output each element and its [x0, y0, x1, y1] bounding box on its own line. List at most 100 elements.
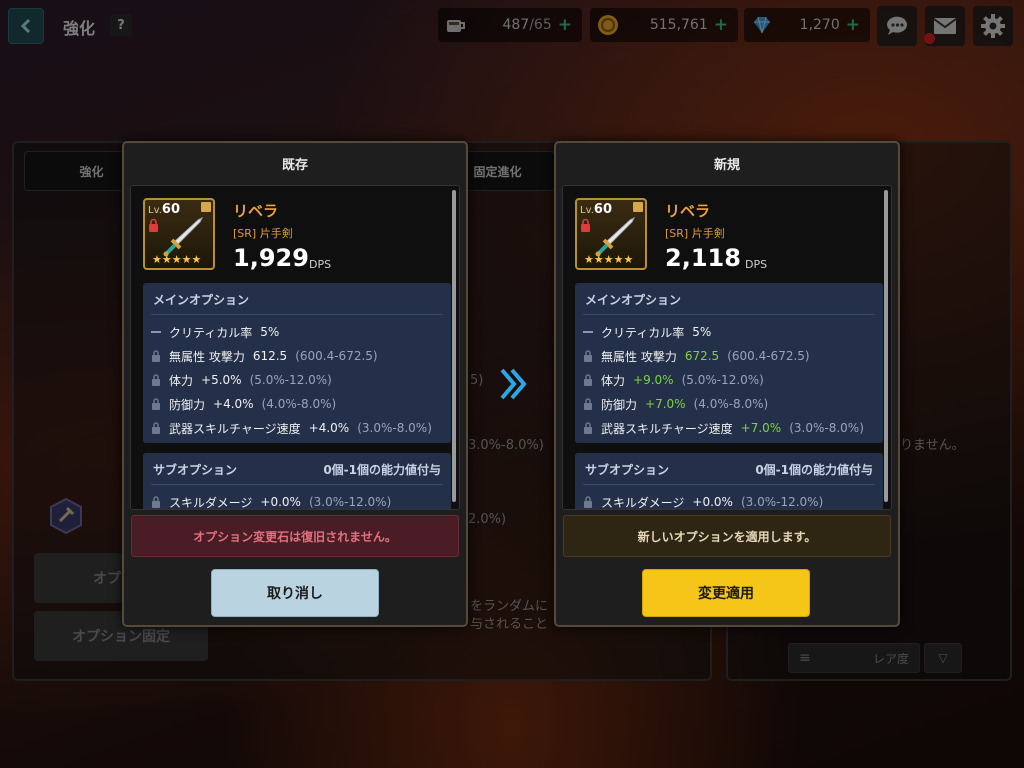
sub-option-info: 0個-1個の能力値付与 — [755, 463, 873, 477]
item-level: Lv.60 — [580, 202, 612, 217]
new-option-panel: 新規 Lv.60 ★★★★★ リベラ [SR] 片手剣 2,118 DPS メイ… — [554, 141, 900, 627]
option-name: 防御力 — [169, 397, 206, 412]
lock-icon — [152, 398, 160, 410]
option-range: (3.0%-12.0%) — [740, 495, 824, 509]
new-item-detail[interactable]: Lv.60 ★★★★★ リベラ [SR] 片手剣 2,118 DPS メインオプ… — [562, 185, 892, 510]
double-chevron-right-icon — [500, 368, 527, 400]
option-range: (3.0%-8.0%) — [357, 421, 432, 435]
option-value: +4.0% — [213, 397, 254, 411]
main-option-title: メインオプション — [585, 293, 682, 307]
option-range: (3.0%-8.0%) — [789, 421, 864, 435]
option-value: +0.0% — [260, 495, 301, 509]
divider — [583, 314, 875, 315]
existing-item-detail[interactable]: Lv.60 ★★★★★ リベラ [SR] 片手剣 1,929 DPS メインオプ… — [130, 185, 460, 510]
level-prefix: Lv. — [148, 205, 162, 216]
main-option-row: 無属性 攻撃力 612.5 (600.4-672.5) — [151, 347, 378, 365]
sub-option-row: スキルダメージ +0.0% (3.0%-12.0%) — [583, 493, 824, 510]
existing-option-panel: 既存 Lv.60 ★★★★★ リベラ [SR] 片手剣 1,929 DPS メイ… — [122, 141, 468, 627]
level-value: 60 — [161, 202, 180, 217]
option-value: 612.5 — [252, 349, 288, 363]
option-range: (4.0%-8.0%) — [693, 397, 769, 411]
option-name: 武器スキルチャージ速度 — [601, 421, 733, 436]
item-name: リベラ — [233, 202, 279, 220]
option-value: 5% — [260, 325, 280, 339]
main-option-row: 無属性 攻撃力 672.5 (600.4-672.5) — [583, 347, 810, 365]
dps-label: DPS — [745, 258, 768, 271]
cancel-button[interactable]: 取り消し — [211, 569, 379, 617]
main-option-row: 体力 +5.0% (5.0%-12.0%) — [151, 371, 332, 389]
dps-value: 2,118 — [665, 244, 741, 272]
sub-option-row: スキルダメージ +0.0% (3.0%-12.0%) — [151, 493, 392, 510]
lock-icon — [152, 422, 160, 434]
lock-icon — [152, 496, 160, 508]
lock-icon — [584, 422, 592, 434]
lock-icon — [584, 398, 592, 410]
weapon-icon-frame: Lv.60 ★★★★★ — [143, 198, 215, 270]
dash-icon — [151, 331, 161, 333]
dps-label: DPS — [309, 258, 332, 271]
main-option-row: クリティカル率 5% — [151, 323, 287, 341]
divider — [583, 484, 875, 485]
apply-change-button[interactable]: 変更適用 — [642, 569, 810, 617]
lock-icon — [149, 219, 158, 232]
option-range: (600.4-672.5) — [295, 349, 378, 363]
main-option-title: メインオプション — [153, 293, 250, 307]
item-name: リベラ — [665, 202, 711, 220]
option-value: +0.0% — [692, 495, 733, 509]
lock-icon — [584, 374, 592, 386]
sword-icon — [595, 216, 636, 257]
option-name: 無属性 攻撃力 — [601, 349, 677, 364]
lock-icon — [152, 374, 160, 386]
option-value: 5% — [692, 325, 712, 339]
option-name: スキルダメージ — [601, 495, 685, 510]
lock-icon — [152, 350, 160, 362]
divider — [151, 314, 443, 315]
sub-option-info: 0個-1個の能力値付与 — [323, 463, 441, 477]
sub-option-title: サブオプション — [585, 463, 670, 477]
option-range: (5.0%-12.0%) — [681, 373, 764, 387]
dash-icon — [583, 331, 593, 333]
sword-icon — [163, 216, 204, 257]
main-option-row: 防御力 +7.0% (4.0%-8.0%) — [583, 395, 768, 413]
sub-option-title: サブオプション — [153, 463, 238, 477]
weapon-icon-frame: Lv.60 ★★★★★ — [575, 198, 647, 270]
apply-notice: 新しいオプションを適用します。 — [563, 515, 891, 557]
sub-option-section: サブオプション 0個-1個の能力値付与 スキルダメージ +0.0% (3.0%-… — [143, 453, 451, 510]
option-range: (3.0%-12.0%) — [308, 495, 392, 509]
option-name: 無属性 攻撃力 — [169, 349, 245, 364]
main-option-section: メインオプション クリティカル率 5% 無属性 攻撃力 612.5 (600.4… — [143, 283, 451, 443]
option-name: 防御力 — [601, 397, 638, 412]
option-range: (5.0%-12.0%) — [249, 373, 332, 387]
option-value: +7.0% — [740, 421, 782, 435]
corner-badge-icon — [633, 202, 643, 212]
lock-icon — [584, 350, 592, 362]
option-value: +4.0% — [308, 421, 350, 435]
option-value: +9.0% — [633, 373, 674, 387]
main-option-row: 防御力 +4.0% (4.0%-8.0%) — [151, 395, 336, 413]
rarity-stars: ★★★★★ — [584, 253, 634, 266]
option-value: +5.0% — [201, 373, 242, 387]
option-range: (4.0%-8.0%) — [261, 397, 337, 411]
existing-panel-header: 既存 — [281, 157, 308, 173]
level-prefix: Lv. — [580, 205, 594, 216]
rarity-stars: ★★★★★ — [152, 253, 202, 266]
scrollbar[interactable] — [884, 190, 888, 502]
option-name: 武器スキルチャージ速度 — [169, 421, 301, 436]
dps-value: 1,929 — [233, 244, 309, 272]
new-panel-header: 新規 — [713, 157, 740, 173]
corner-badge-icon — [201, 202, 211, 212]
option-range: (600.4-672.5) — [727, 349, 810, 363]
main-option-row: クリティカル率 5% — [583, 323, 719, 341]
option-name: クリティカル率 — [169, 325, 253, 340]
sub-option-section: サブオプション 0個-1個の能力値付与 スキルダメージ +0.0% (3.0%-… — [575, 453, 883, 510]
item-level: Lv.60 — [148, 202, 180, 217]
option-name: スキルダメージ — [169, 495, 253, 510]
level-value: 60 — [593, 202, 612, 217]
option-value: +7.0% — [645, 397, 686, 411]
option-name: 体力 — [169, 373, 194, 388]
lock-icon — [584, 496, 592, 508]
scrollbar[interactable] — [452, 190, 456, 502]
lock-icon — [581, 219, 590, 232]
main-option-row: 武器スキルチャージ速度 +7.0% (3.0%-8.0%) — [583, 419, 864, 437]
warning-notice: オプション変更石は復旧されません。 — [131, 515, 459, 557]
